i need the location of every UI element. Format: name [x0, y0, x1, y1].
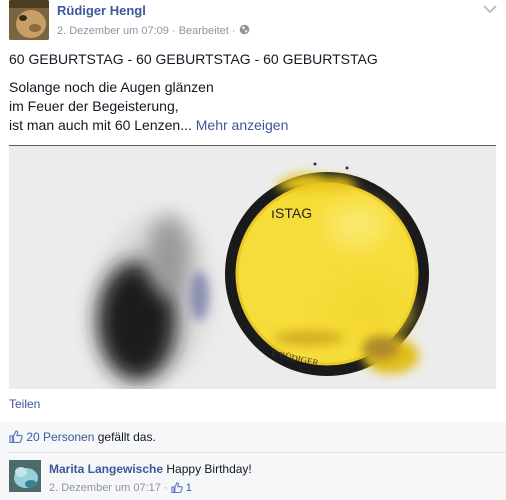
comment: Marita Langewische Happy Birthday! 2. De…: [9, 460, 499, 500]
comment-body: Marita Langewische Happy Birthday!: [49, 462, 252, 476]
post-date[interactable]: 2. Dezember um 07:09: [57, 25, 169, 37]
author-avatar[interactable]: [9, 0, 49, 40]
likes-summary: 20 Personen gefällt das.: [9, 422, 506, 453]
post-line-last: ist man auch mit 60 Lenzen... Mehr anzei…: [9, 116, 489, 135]
facebook-post: Rüdiger Hengl 2. Dezember um 07:09 · Bea…: [0, 0, 506, 500]
post-meta: 2. Dezember um 07:09 · Bearbeitet ·: [57, 24, 250, 38]
see-more-link[interactable]: Mehr anzeigen: [196, 117, 289, 133]
thumb-up-icon[interactable]: [171, 482, 183, 496]
edited-label[interactable]: Bearbeitet: [179, 25, 229, 37]
comment-likes-count[interactable]: 1: [186, 482, 192, 494]
comment-meta: 2. Dezember um 07:17 · 1: [49, 482, 192, 496]
post-header: Rüdiger Hengl 2. Dezember um 07:09 · Bea…: [9, 0, 499, 42]
meta-separator: ·: [163, 482, 168, 494]
post-headline: 60 GEBURTSTAG - 60 GEBURTSTAG - 60 GEBUR…: [9, 51, 378, 67]
comment-date[interactable]: 2. Dezember um 07:17: [49, 482, 161, 494]
author-name[interactable]: Rüdiger Hengl: [57, 3, 146, 18]
chevron-down-icon[interactable]: [483, 4, 497, 14]
likes-count-link[interactable]: 20 Personen: [26, 430, 94, 444]
post-line: Solange noch die Augen glänzen: [9, 79, 214, 95]
plate-text-top: STAG: [275, 205, 312, 221]
meta-separator: ·: [231, 25, 236, 37]
commenter-avatar[interactable]: [9, 460, 41, 492]
post-text: 60 GEBURTSTAG - 60 GEBURTSTAG - 60 GEBUR…: [9, 50, 489, 135]
thumb-up-icon: [9, 424, 23, 454]
globe-icon[interactable]: [239, 24, 250, 38]
likes-suffix: gefällt das.: [94, 430, 156, 444]
commenter-avatar-image: [9, 460, 41, 492]
post-photo[interactable]: ı STAG E RÜDIGER: [9, 145, 496, 389]
birthday-plate-image: ı STAG E RÜDIGER: [9, 146, 496, 389]
comment-author[interactable]: Marita Langewische: [49, 462, 163, 476]
meta-separator: ·: [171, 25, 176, 37]
comment-text: Happy Birthday!: [166, 462, 252, 476]
post-line-text: ist man auch mit 60 Lenzen...: [9, 117, 192, 133]
post-line: im Feuer der Begeisterung,: [9, 98, 179, 114]
author-avatar-image: [9, 0, 49, 40]
share-link[interactable]: Teilen: [9, 397, 40, 411]
feedback-section: 20 Personen gefällt das. Marita Langewis…: [0, 422, 506, 500]
